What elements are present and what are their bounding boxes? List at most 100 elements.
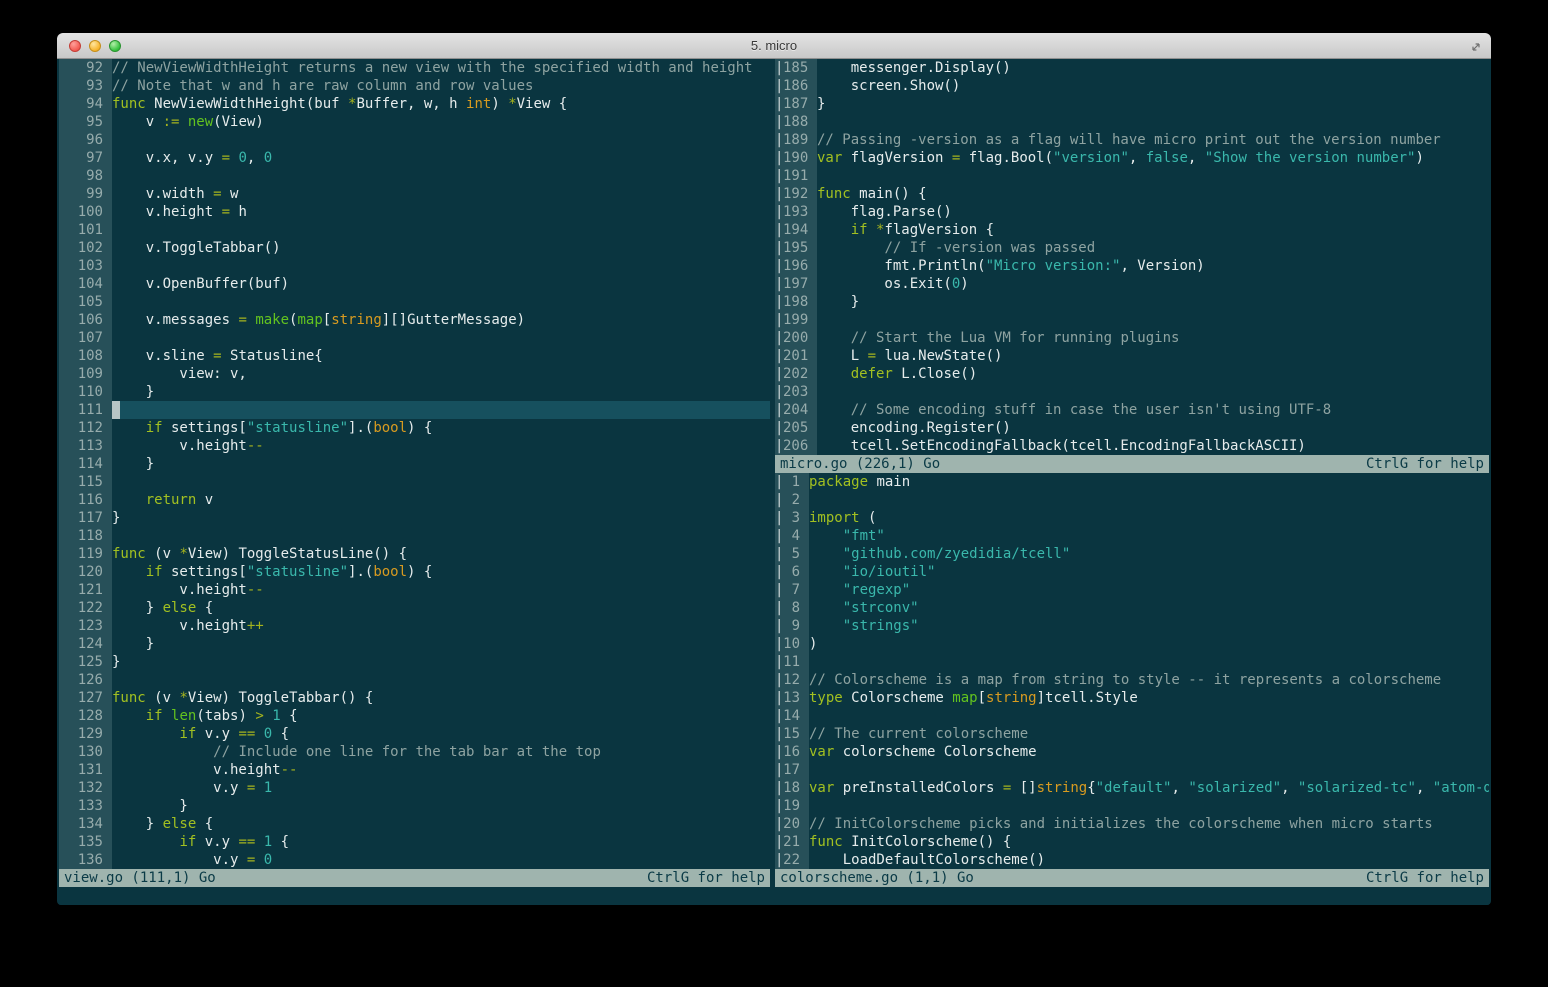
- code-text[interactable]: ): [809, 635, 1489, 653]
- code-text[interactable]: LoadDefaultColorscheme(): [809, 851, 1489, 869]
- code-text[interactable]: v.OpenBuffer(buf): [112, 275, 770, 293]
- code-text[interactable]: // InitColorscheme picks and initializes…: [809, 815, 1489, 833]
- code-text[interactable]: type Colorscheme map[string]tcell.Style: [809, 689, 1489, 707]
- code-text[interactable]: v.height--: [112, 437, 770, 455]
- code-text[interactable]: [809, 797, 1489, 815]
- code-text[interactable]: if v.y == 1 {: [112, 833, 770, 851]
- code-text[interactable]: }: [112, 653, 770, 671]
- code-text[interactable]: v.y = 0: [112, 851, 770, 869]
- code-text[interactable]: }: [112, 635, 770, 653]
- code-text[interactable]: func main() {: [817, 185, 1489, 203]
- code-text[interactable]: [112, 167, 770, 185]
- code-text[interactable]: var flagVersion = flag.Bool("version", f…: [817, 149, 1489, 167]
- code-text[interactable]: if len(tabs) > 1 {: [112, 707, 770, 725]
- code-text[interactable]: [112, 329, 770, 347]
- code-text[interactable]: encoding.Register(): [817, 419, 1489, 437]
- code-text[interactable]: [112, 671, 770, 689]
- code-text[interactable]: // NewViewWidthHeight returns a new view…: [112, 59, 770, 77]
- code-text[interactable]: [112, 473, 770, 491]
- code-text[interactable]: os.Exit(0): [817, 275, 1489, 293]
- code-text[interactable]: [809, 491, 1489, 509]
- code-text[interactable]: "github.com/zyedidia/tcell": [809, 545, 1489, 563]
- code-text[interactable]: v.messages = make(map[string][]GutterMes…: [112, 311, 770, 329]
- code-text[interactable]: [112, 401, 770, 419]
- code-line: 92// NewViewWidthHeight returns a new vi…: [59, 59, 770, 77]
- code-text[interactable]: v := new(View): [112, 113, 770, 131]
- code-text[interactable]: screen.Show(): [817, 77, 1489, 95]
- code-text[interactable]: "strconv": [809, 599, 1489, 617]
- code-text[interactable]: v.sline = Statusline{: [112, 347, 770, 365]
- code-text[interactable]: return v: [112, 491, 770, 509]
- code-text[interactable]: [112, 131, 770, 149]
- line-number: 103: [59, 257, 112, 275]
- line-number: 114: [59, 455, 112, 473]
- code-text[interactable]: var colorscheme Colorscheme: [809, 743, 1489, 761]
- code-text[interactable]: [112, 221, 770, 239]
- code-text[interactable]: }: [112, 455, 770, 473]
- code-text[interactable]: [817, 311, 1489, 329]
- code-text[interactable]: v.width = w: [112, 185, 770, 203]
- code-text[interactable]: flag.Parse(): [817, 203, 1489, 221]
- code-text[interactable]: v.height = h: [112, 203, 770, 221]
- code-text[interactable]: v.y = 1: [112, 779, 770, 797]
- code-text[interactable]: if settings["statusline"].(bool) {: [112, 419, 770, 437]
- code-text[interactable]: [809, 653, 1489, 671]
- code-text[interactable]: if v.y == 0 {: [112, 725, 770, 743]
- code-text[interactable]: view: v,: [112, 365, 770, 383]
- code-text[interactable]: tcell.SetEncodingFallback(tcell.Encoding…: [817, 437, 1489, 455]
- code-text[interactable]: v.height--: [112, 581, 770, 599]
- code-text[interactable]: [809, 707, 1489, 725]
- code-text[interactable]: }: [112, 383, 770, 401]
- code-text[interactable]: defer L.Close(): [817, 365, 1489, 383]
- code-text[interactable]: func NewViewWidthHeight(buf *Buffer, w, …: [112, 95, 770, 113]
- code-text[interactable]: func (v *View) ToggleTabbar() {: [112, 689, 770, 707]
- code-text[interactable]: if *flagVersion {: [817, 221, 1489, 239]
- code-text[interactable]: var preInstalledColors = []string{"defau…: [809, 779, 1489, 797]
- code-text[interactable]: // Include one line for the tab bar at t…: [112, 743, 770, 761]
- code-text[interactable]: messenger.Display(): [817, 59, 1489, 77]
- code-text[interactable]: fmt.Println("Micro version:", Version): [817, 257, 1489, 275]
- code-text[interactable]: func InitColorscheme() {: [809, 833, 1489, 851]
- code-line: 133 }: [59, 797, 770, 815]
- code-text[interactable]: [817, 113, 1489, 131]
- code-text[interactable]: } else {: [112, 815, 770, 833]
- code-text[interactable]: }: [817, 95, 1489, 113]
- code-line: 136 v.y = 0: [59, 851, 770, 869]
- code-text[interactable]: L = lua.NewState(): [817, 347, 1489, 365]
- code-text[interactable]: v.ToggleTabbar(): [112, 239, 770, 257]
- code-text[interactable]: v.height++: [112, 617, 770, 635]
- code-text[interactable]: [817, 167, 1489, 185]
- code-text[interactable]: v.height--: [112, 761, 770, 779]
- code-text[interactable]: [112, 293, 770, 311]
- code-text[interactable]: }: [112, 797, 770, 815]
- line-number: 99: [59, 185, 112, 203]
- code-text[interactable]: [809, 761, 1489, 779]
- code-text[interactable]: // Colorscheme is a map from string to s…: [809, 671, 1489, 689]
- code-text[interactable]: // Note that w and h are raw column and …: [112, 77, 770, 95]
- code-text[interactable]: [112, 527, 770, 545]
- code-text[interactable]: }: [112, 509, 770, 527]
- code-text[interactable]: // Start the Lua VM for running plugins: [817, 329, 1489, 347]
- titlebar[interactable]: 5. micro: [57, 33, 1491, 59]
- code-text[interactable]: [112, 257, 770, 275]
- code-text[interactable]: "strings": [809, 617, 1489, 635]
- code-text[interactable]: "regexp": [809, 581, 1489, 599]
- code-text[interactable]: func (v *View) ToggleStatusLine() {: [112, 545, 770, 563]
- code-text[interactable]: } else {: [112, 599, 770, 617]
- code-text[interactable]: }: [817, 293, 1489, 311]
- line-number: 9: [783, 617, 809, 635]
- code-text[interactable]: // The current colorscheme: [809, 725, 1489, 743]
- code-line: | 19: [775, 797, 1489, 815]
- code-text[interactable]: // Passing -version as a flag will have …: [817, 131, 1489, 149]
- code-text[interactable]: package main: [809, 473, 1489, 491]
- code-text[interactable]: v.x, v.y = 0, 0: [112, 149, 770, 167]
- code-text[interactable]: "io/ioutil": [809, 563, 1489, 581]
- code-text[interactable]: [817, 383, 1489, 401]
- code-text[interactable]: if settings["statusline"].(bool) {: [112, 563, 770, 581]
- fullscreen-icon[interactable]: [1469, 39, 1483, 53]
- code-text[interactable]: // If -version was passed: [817, 239, 1489, 257]
- command-line[interactable]: [59, 887, 1489, 905]
- code-text[interactable]: import (: [809, 509, 1489, 527]
- code-text[interactable]: // Some encoding stuff in case the user …: [817, 401, 1489, 419]
- code-text[interactable]: "fmt": [809, 527, 1489, 545]
